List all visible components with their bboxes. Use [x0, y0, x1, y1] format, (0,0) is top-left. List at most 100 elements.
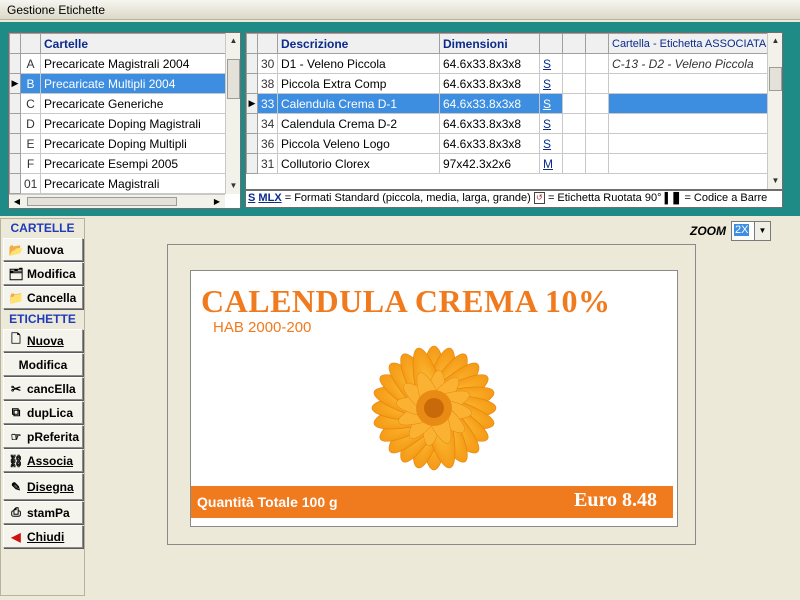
table-row[interactable]: F Precaricate Esempi 2005: [9, 153, 227, 174]
folder-new-icon: 📂: [8, 242, 24, 257]
disegna-button[interactable]: ✎ Disegna: [3, 473, 83, 500]
zoom-value: 2X: [734, 224, 750, 236]
cartella-name[interactable]: Precaricate Doping Magistrali: [40, 113, 227, 134]
formats-legend-text: = Formati Standard (piccola, media, larg…: [284, 192, 531, 204]
cancella-cartella-button[interactable]: 📁 Cancella: [3, 286, 83, 309]
size-x-icon: X: [274, 192, 282, 204]
size-icon: M: [539, 153, 563, 174]
table-row[interactable]: ▶ B Precaricate Multipli 2004: [9, 73, 227, 94]
etichetta-dim: 64.6x33.8x3x8: [439, 73, 540, 94]
descrizione-header[interactable]: Descrizione: [277, 33, 440, 54]
rotated-icon: ↺: [533, 192, 545, 205]
size-icon: S: [539, 113, 563, 134]
cartelle-header[interactable]: Cartelle: [40, 33, 227, 54]
sidebar: CARTELLE 📂 Nuova 🗂 Modifica 📁 Cancella E…: [0, 218, 85, 596]
table-row[interactable]: 36 Piccola Veleno Logo 64.6x33.8x3x8 S: [246, 133, 769, 154]
duplica-button[interactable]: ⧉ dupLica: [3, 401, 83, 424]
etichetta-desc[interactable]: D1 - Veleno Piccola: [277, 53, 440, 74]
cartella-name[interactable]: Precaricate Doping Multipli: [40, 133, 227, 154]
etichette-grid[interactable]: Descrizione Dimensioni Cartella - Etiche…: [245, 32, 783, 190]
scroll-down-icon[interactable]: ▼: [226, 178, 240, 194]
scroll-left-icon[interactable]: ◀: [9, 195, 25, 208]
row-key: D: [20, 113, 41, 134]
nuova-etichetta-button[interactable]: 🗋 Nuova: [3, 329, 83, 352]
nuova-cartella-button[interactable]: 📂 Nuova: [3, 238, 83, 261]
cartelle-section-label: CARTELLE: [10, 221, 75, 235]
etichette-vscrollbar[interactable]: ▲ ▼: [767, 33, 782, 189]
delete-icon: ✂: [10, 381, 22, 396]
folder-delete-icon: 📁: [8, 290, 24, 305]
window-title: Gestione Etichette: [0, 0, 800, 20]
table-row[interactable]: A Precaricate Magistrali 2004: [9, 53, 227, 74]
associata-header[interactable]: Cartella - Etichetta ASSOCIATA: [608, 33, 769, 54]
scroll-thumb[interactable]: [769, 67, 782, 91]
zoom-label: ZOOM: [690, 224, 726, 238]
row-indicator-icon: ▶: [9, 73, 21, 94]
dimensioni-header[interactable]: Dimensioni: [439, 33, 540, 54]
table-row[interactable]: D Precaricate Doping Magistrali: [9, 113, 227, 134]
row-key: A: [20, 53, 41, 74]
table-row[interactable]: C Precaricate Generiche: [9, 93, 227, 114]
scroll-down-icon[interactable]: ▼: [768, 173, 782, 189]
stampa-button[interactable]: ⎙ stamPa: [3, 501, 83, 524]
row-indicator-icon: ▶: [246, 93, 258, 114]
scroll-right-icon[interactable]: ▶: [209, 195, 225, 208]
rotated-legend-text: = Etichetta Ruotata 90°: [547, 192, 662, 204]
cartella-name[interactable]: Precaricate Magistrali: [40, 173, 227, 194]
copy-icon: ⧉: [11, 405, 21, 419]
link-icon: ⛓: [8, 453, 24, 468]
cartelle-grid-key-header: [20, 33, 41, 54]
table-row[interactable]: 31 Collutorio Clorex 97x42.3x2x6 M: [246, 153, 769, 174]
label-footer-bar: Quantità Totale 100 g Euro 8.48: [191, 486, 673, 518]
scroll-up-icon[interactable]: ▲: [226, 33, 240, 49]
table-row[interactable]: E Precaricate Doping Multipli: [9, 133, 227, 154]
label-quantity: Quantità Totale 100 g: [197, 494, 338, 510]
etichetta-dim: 97x42.3x2x6: [439, 153, 540, 174]
size-icon: S: [539, 73, 563, 94]
cartella-name[interactable]: Precaricate Multipli 2004: [40, 73, 227, 94]
etichette-section-label: ETICHETTE: [9, 312, 76, 326]
associa-button[interactable]: ⛓ Associa: [3, 449, 83, 472]
etichetta-desc[interactable]: Collutorio Clorex: [277, 153, 440, 174]
draw-icon: ✎: [10, 479, 22, 494]
scroll-thumb[interactable]: [227, 59, 240, 99]
etichetta-dim: 64.6x33.8x3x8: [439, 53, 540, 74]
table-row[interactable]: 34 Calendula Crema D-2 64.6x33.8x3x8 S: [246, 113, 769, 134]
cancella-etichetta-button[interactable]: ✂ cancEll­a: [3, 377, 83, 400]
row-key: B: [20, 73, 41, 94]
label-preview: CALENDULA CREMA 10% HAB 2000-200 Quantit…: [190, 270, 678, 527]
cartelle-hscrollbar[interactable]: ◀ ▶: [9, 194, 225, 208]
modifica-etichetta-button[interactable]: Modifica: [3, 353, 83, 376]
table-row[interactable]: ▶ 33 Calendula Crema D-1 64.6x33.8x3x8 S: [246, 93, 769, 114]
table-row[interactable]: 01 Precaricate Magistrali: [9, 173, 227, 194]
scroll-up-icon[interactable]: ▲: [768, 33, 782, 49]
modifica-cartella-button[interactable]: 🗂 Modifica: [3, 262, 83, 285]
cartelle-grid-corner: [9, 33, 21, 54]
size-icon: S: [539, 53, 563, 74]
folder-edit-icon: 🗂: [8, 266, 24, 281]
label-code: HAB 2000-200: [213, 319, 312, 336]
calendula-flower-image: [371, 345, 497, 471]
cartelle-vscrollbar[interactable]: ▲ ▼: [225, 33, 240, 194]
chevron-down-icon[interactable]: ▼: [754, 222, 770, 240]
format-legend: S MLX = Formati Standard (piccola, media…: [245, 190, 783, 208]
etichetta-desc[interactable]: Calendula Crema D-1: [277, 93, 440, 114]
zoom-select[interactable]: 2X ▼: [731, 221, 771, 241]
cartella-name[interactable]: Precaricate Magistrali 2004: [40, 53, 227, 74]
etichetta-desc[interactable]: Piccola Extra Comp: [277, 73, 440, 94]
etichetta-dim: 64.6x33.8x3x8: [439, 133, 540, 154]
table-row[interactable]: 38 Piccola Extra Comp 64.6x33.8x3x8 S: [246, 73, 769, 94]
cartelle-grid[interactable]: Cartelle A Precaricate Magistrali 2004 ▶…: [8, 32, 241, 209]
table-row[interactable]: 30 D1 - Veleno Piccola 64.6x33.8x3x8 S C…: [246, 53, 769, 74]
preferita-button[interactable]: ☞ pReferita: [3, 425, 83, 448]
cartella-name[interactable]: Precaricate Esempi 2005: [40, 153, 227, 174]
size-m-icon: M: [258, 192, 268, 204]
etichetta-desc[interactable]: Piccola Veleno Logo: [277, 133, 440, 154]
etichetta-desc[interactable]: Calendula Crema D-2: [277, 113, 440, 134]
row-key: C: [20, 93, 41, 114]
cartella-name[interactable]: Precaricate Generiche: [40, 93, 227, 114]
etichetta-assoc: C-13 - D2 - Veleno Piccola: [608, 53, 769, 74]
row-key: F: [20, 153, 41, 174]
chiudi-button[interactable]: ◀ Chiudi: [3, 525, 83, 548]
scroll-thumb[interactable]: [27, 197, 177, 206]
